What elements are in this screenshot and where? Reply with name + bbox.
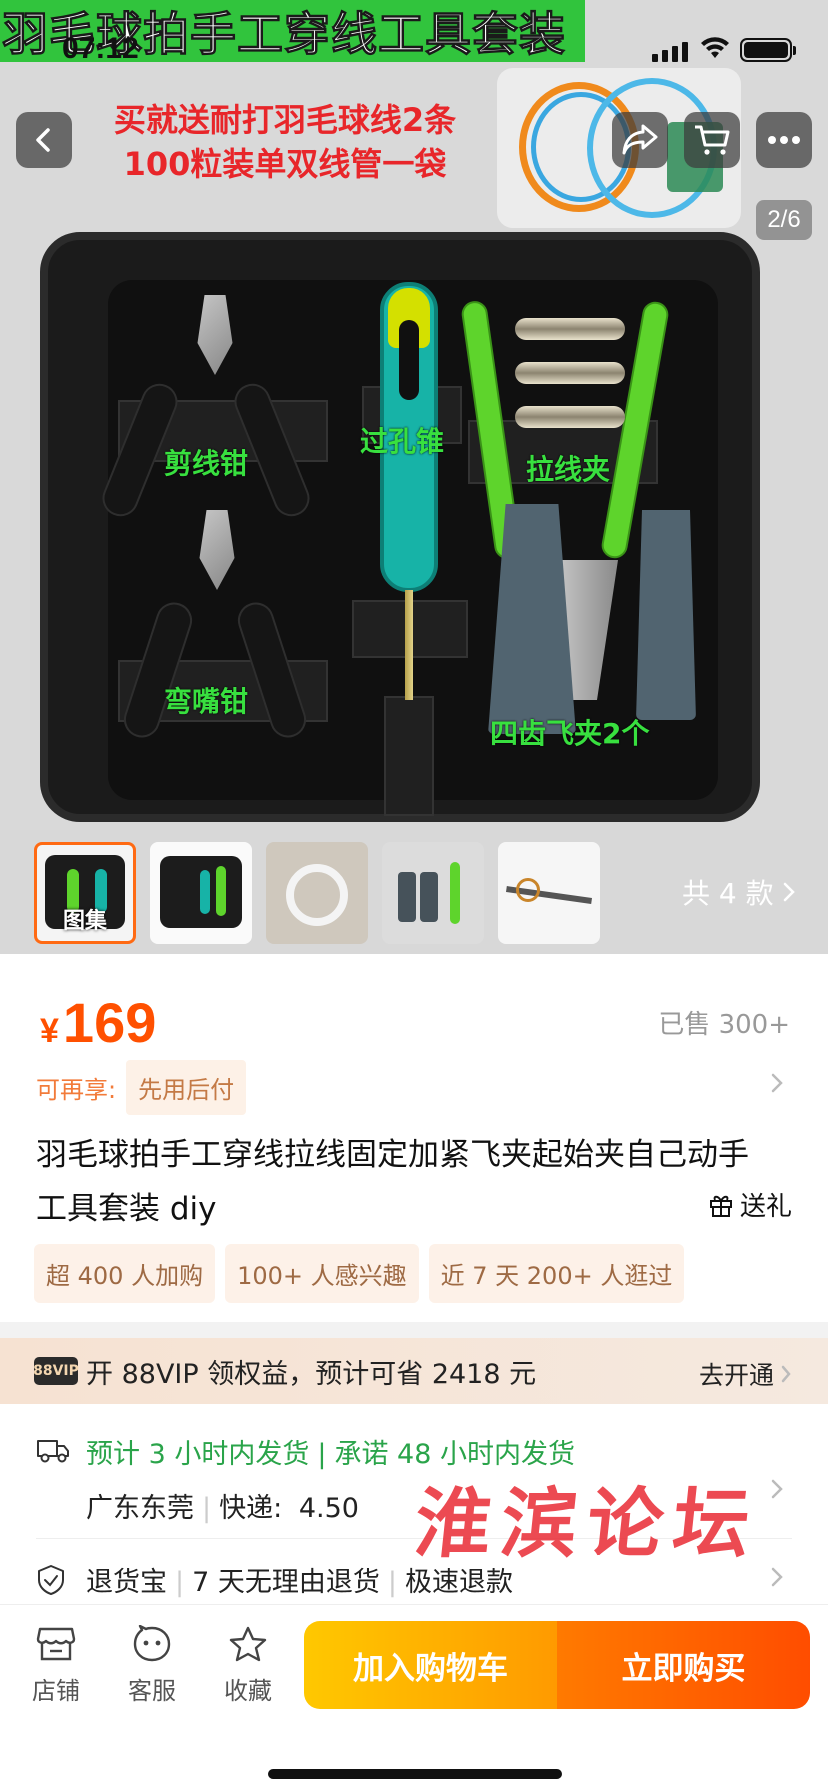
image-counter: 2/6: [756, 200, 812, 240]
wifi-icon: [701, 37, 729, 58]
social-proof-chips: 超 400 人加购 100+ 人感兴趣 近 7 天 200+ 人逛过: [34, 1244, 685, 1303]
promo-line-2: 100粒装单双线管一袋: [123, 145, 447, 183]
price: ¥ 169: [40, 990, 156, 1055]
bottom-action-bar: 店铺 客服 收藏 加入购物车 立即购买: [0, 1604, 828, 1792]
hero-promo: 买就送耐打羽毛球线2条 100粒装单双线管一袋: [90, 98, 480, 186]
cellular-signal-icon: [652, 42, 688, 62]
favorite-label: 收藏: [224, 1677, 272, 1705]
vip-text: 开 88VIP 领权益，预计可省 2418 元: [86, 1358, 537, 1390]
more-variants-link[interactable]: 共 4 款: [682, 872, 796, 912]
cart-icon: [695, 125, 730, 155]
vip-activate-link[interactable]: 去开通: [699, 1356, 792, 1392]
thumbnail-gallery[interactable]: 图集: [34, 842, 136, 944]
add-to-cart-button[interactable]: 加入购物车: [304, 1621, 557, 1709]
gift-button[interactable]: 送礼: [708, 1186, 792, 1223]
product-title: 羽毛球拍手工穿线拉线固定加紧飞夹起始夹自己动手工具套装 diy: [36, 1137, 749, 1227]
label-bent-pliers: 弯嘴钳: [164, 685, 249, 718]
promo-line-1: 买就送耐打羽毛球线2条: [113, 101, 457, 139]
label-clamp: 拉线夹: [526, 453, 611, 486]
thumbnail-variant-3[interactable]: [382, 842, 484, 944]
forum-watermark: 淮滨论坛: [410, 1479, 764, 1568]
service-label: 客服: [128, 1677, 176, 1705]
vip-action-label: 去开通: [698, 1361, 774, 1390]
store-label: 店铺: [32, 1677, 80, 1705]
chevron-right-icon: [771, 1567, 783, 1587]
label-awl: 过孔锥: [360, 425, 445, 458]
label-cutter: 剪线钳: [164, 447, 249, 480]
more-variants-label: 共 4 款: [682, 877, 774, 910]
chevron-right-icon: [771, 1073, 783, 1093]
chat-face-icon: [133, 1625, 171, 1662]
thumbnail-variant-1[interactable]: [150, 842, 252, 944]
pay-later-tag: 先用后付: [126, 1060, 247, 1115]
thumbnail-caption: 图集: [62, 909, 107, 934]
thumbnail-variant-2[interactable]: [266, 842, 368, 944]
chevron-left-icon: [36, 128, 50, 152]
chip-add-to-cart-count: 超 400 人加购: [34, 1244, 216, 1303]
express-label: 快递:: [219, 1493, 283, 1524]
vip-badge: 88VIP: [33, 1357, 79, 1385]
status-time: 07:12: [62, 32, 139, 65]
share-icon: [622, 124, 658, 155]
chevron-right-icon: [771, 1479, 783, 1499]
buy-now-button[interactable]: 立即购买: [557, 1621, 810, 1709]
price-value: 169: [62, 991, 157, 1054]
express-fee: 4.50: [298, 1493, 359, 1524]
shield-icon: [38, 1565, 64, 1595]
store-button[interactable]: 店铺: [16, 1625, 96, 1706]
chip-interested-count: 100+ 人感兴趣: [225, 1244, 419, 1303]
favorite-button[interactable]: 收藏: [208, 1625, 288, 1706]
status-bar: 07:12: [0, 0, 828, 100]
label-flying-clamp: 四齿飞夹2个: [490, 717, 650, 750]
share-button[interactable]: [612, 112, 668, 168]
gift-label: 送礼: [739, 1192, 792, 1222]
purchase-actions: 加入购物车 立即购买: [304, 1621, 810, 1709]
truck-icon: [37, 1440, 69, 1463]
shipping-estimate: 预计 3 小时内发货: [86, 1439, 310, 1470]
more-dots-icon: [768, 136, 800, 144]
chip-viewed-count: 近 7 天 200+ 人逛过: [428, 1244, 685, 1303]
chevron-right-icon: [783, 882, 795, 902]
chevron-right-icon: [781, 1365, 791, 1383]
payment-option-row[interactable]: 可再享: 先用后付: [36, 1060, 247, 1115]
enjoy-label: 可再享:: [36, 1076, 117, 1104]
store-icon: [36, 1627, 76, 1661]
star-icon: [229, 1626, 267, 1662]
product-info-card: ¥ 169 已售 300+ 可再享: 先用后付 羽毛球拍手工穿线拉线固定加紧飞夹…: [0, 954, 828, 1322]
battery-icon: [740, 38, 796, 62]
home-indicator: [268, 1769, 562, 1779]
cart-button[interactable]: [684, 112, 740, 168]
sold-count: 已售 300+: [658, 1010, 790, 1040]
return-insurance: 退货宝: [86, 1567, 167, 1598]
price-currency: ¥: [40, 1012, 59, 1050]
shipping-origin: 广东东莞: [86, 1493, 194, 1524]
more-button[interactable]: [756, 112, 812, 168]
gift-icon: [709, 1195, 732, 1217]
shipping-origin-row: 广东东莞 | 快递: 4.50: [86, 1493, 359, 1524]
vip-promo-bar[interactable]: 88VIP 开 88VIP 领权益，预计可省 2418 元 去开通: [0, 1338, 828, 1404]
back-button[interactable]: [16, 112, 72, 168]
thumbnail-variant-4[interactable]: [498, 842, 600, 944]
customer-service-button[interactable]: 客服: [112, 1625, 192, 1706]
seven-day-return: 7 天无理由退货: [192, 1567, 380, 1598]
